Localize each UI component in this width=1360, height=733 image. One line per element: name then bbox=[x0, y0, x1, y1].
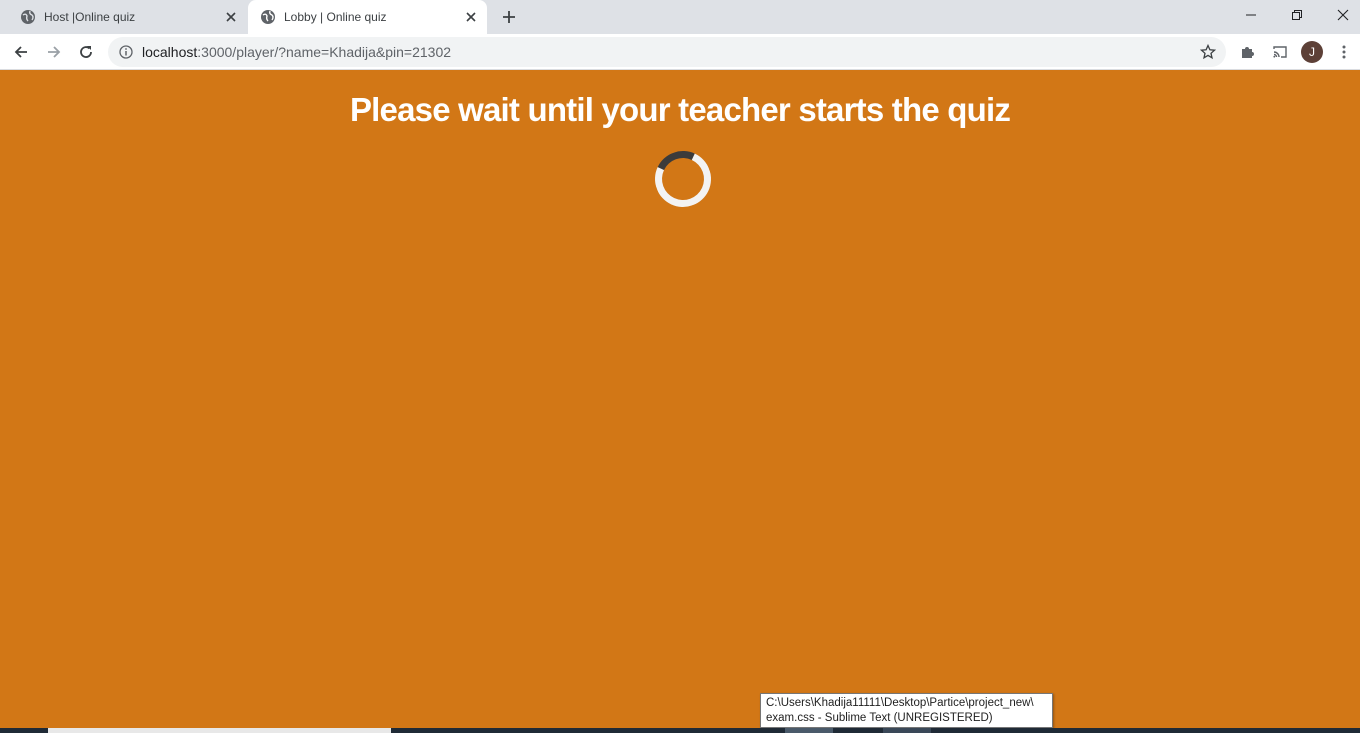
url-host: localhost bbox=[142, 44, 198, 60]
taskbar-tooltip: C:\Users\Khadija11111\Desktop\Partice\pr… bbox=[760, 693, 1053, 728]
tab-title: Host |Online quiz bbox=[44, 10, 136, 24]
lobby-page: Please wait until your teacher starts th… bbox=[0, 71, 1360, 728]
close-window-button[interactable] bbox=[1320, 0, 1360, 30]
forward-button[interactable] bbox=[40, 38, 68, 66]
extensions-button[interactable] bbox=[1234, 38, 1262, 66]
cast-button[interactable] bbox=[1266, 38, 1294, 66]
restore-button[interactable] bbox=[1274, 0, 1320, 30]
close-icon[interactable] bbox=[221, 7, 241, 27]
tab-host[interactable]: Host |Online quiz bbox=[8, 0, 247, 34]
arrow-right-icon bbox=[48, 46, 61, 58]
arrow-left-icon bbox=[14, 46, 27, 58]
minimize-icon bbox=[1246, 14, 1256, 16]
plus-icon bbox=[503, 11, 515, 23]
puzzle-icon bbox=[1242, 47, 1254, 58]
browser-toolbar: localhost:3000/player/?name=Khadija&pin=… bbox=[0, 34, 1360, 70]
loading-spinner bbox=[647, 143, 719, 215]
globe-icon bbox=[260, 9, 276, 25]
close-icon[interactable] bbox=[461, 7, 481, 27]
tooltip-line: C:\Users\Khadija11111\Desktop\Partice\pr… bbox=[766, 697, 1034, 709]
reload-icon bbox=[80, 46, 92, 58]
tooltip-line: exam.css - Sublime Text (UNREGISTERED) bbox=[766, 712, 993, 724]
close-icon bbox=[1337, 9, 1349, 21]
taskbar-app[interactable] bbox=[883, 728, 931, 733]
taskbar bbox=[0, 728, 1360, 733]
cast-icon bbox=[1273, 46, 1287, 58]
taskbar-search-box[interactable] bbox=[48, 728, 391, 733]
more-vert-icon bbox=[1342, 45, 1346, 59]
menu-button[interactable] bbox=[1330, 38, 1358, 66]
minimize-button[interactable] bbox=[1228, 0, 1274, 30]
tab-lobby[interactable]: Lobby | Online quiz bbox=[248, 0, 487, 34]
new-tab-button[interactable] bbox=[497, 5, 521, 29]
tab-strip: Host |Online quiz Lobby | Online quiz bbox=[0, 0, 1360, 34]
info-icon[interactable] bbox=[118, 44, 134, 60]
restore-icon bbox=[1292, 10, 1302, 20]
profile-avatar[interactable]: J bbox=[1301, 41, 1323, 63]
back-button[interactable] bbox=[7, 38, 35, 66]
bookmark-star-icon[interactable] bbox=[1194, 38, 1222, 66]
url-path: :3000/player/?name=Khadija&pin=21302 bbox=[197, 44, 452, 60]
tab-title: Lobby | Online quiz bbox=[284, 10, 387, 24]
globe-icon bbox=[20, 9, 36, 25]
address-bar[interactable]: localhost:3000/player/?name=Khadija&pin=… bbox=[108, 37, 1226, 67]
taskbar-app-sublime[interactable] bbox=[785, 728, 833, 733]
reload-button[interactable] bbox=[72, 38, 100, 66]
page-title: Please wait until your teacher starts th… bbox=[349, 91, 1011, 128]
url-text[interactable]: localhost:3000/player/?name=Khadija&pin=… bbox=[142, 44, 1194, 60]
